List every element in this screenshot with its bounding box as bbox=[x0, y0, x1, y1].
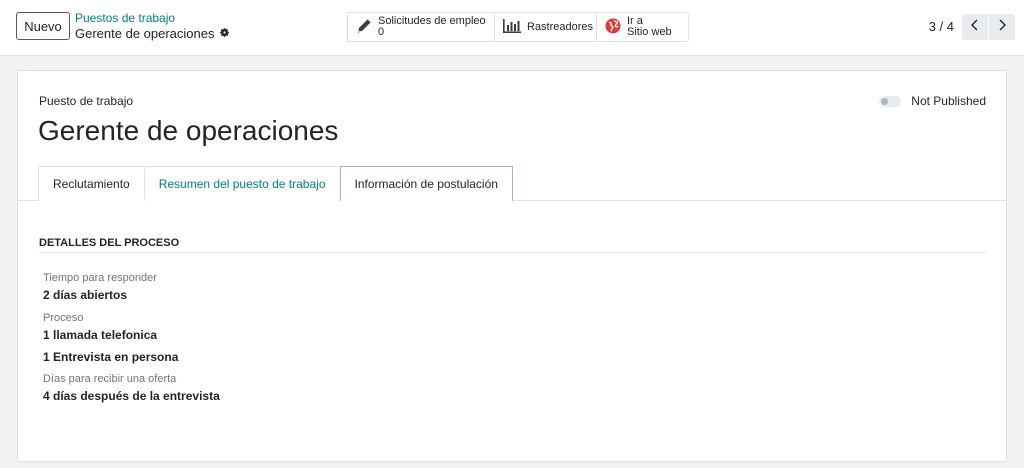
pager-next-button[interactable] bbox=[989, 14, 1015, 40]
applications-stat-button[interactable]: Solicitudes de empleo 0 bbox=[347, 12, 495, 42]
applications-count: 0 bbox=[378, 26, 385, 38]
trackers-label: Rastreadores bbox=[527, 20, 594, 33]
time-to-respond-value[interactable]: 2 días abiertos bbox=[43, 288, 127, 302]
bar-chart-icon bbox=[503, 18, 521, 36]
tab-application-info[interactable]: Información de postulación bbox=[339, 166, 513, 202]
website-line2: Sitio web bbox=[627, 26, 672, 38]
globe-icon bbox=[605, 18, 621, 37]
breadcrumb: Puestos de trabajo Gerente de operacione… bbox=[75, 11, 230, 41]
breadcrumb-current-label: Gerente de operaciones bbox=[75, 26, 215, 41]
pager-previous-button[interactable] bbox=[962, 14, 988, 40]
job-position-label: Puesto de trabajo bbox=[39, 94, 134, 108]
pencil-icon bbox=[356, 18, 372, 37]
tab-recruitment[interactable]: Reclutamiento bbox=[38, 166, 145, 201]
chevron-left-icon bbox=[970, 18, 980, 36]
pager-value[interactable]: 3 / 4 bbox=[929, 19, 954, 34]
publish-status-label: Not Published bbox=[911, 94, 986, 108]
tab-bar: Reclutamiento Resumen del puesto de trab… bbox=[38, 166, 513, 202]
go-to-website-button[interactable]: Ir a Sitio web bbox=[596, 12, 689, 42]
process-step-2[interactable]: 1 Entrevista en persona bbox=[43, 350, 178, 364]
chevron-right-icon bbox=[997, 18, 1007, 36]
control-panel: Nuevo Puestos de trabajo Gerente de oper… bbox=[0, 0, 1024, 56]
trackers-stat-button[interactable]: Rastreadores bbox=[494, 12, 597, 42]
applications-label: Solicitudes de empleo bbox=[378, 15, 486, 27]
time-to-respond-label: Tiempo para responder bbox=[43, 272, 157, 284]
breadcrumb-current: Gerente de operaciones bbox=[75, 26, 230, 41]
section-divider bbox=[39, 252, 986, 253]
days-to-offer-value[interactable]: 4 días después de la entrevista bbox=[43, 389, 220, 403]
applications-stat-text: Solicitudes de empleo 0 bbox=[378, 16, 486, 38]
publish-toggle[interactable]: Not Published bbox=[879, 94, 986, 108]
new-button[interactable]: Nuevo bbox=[16, 12, 70, 40]
publish-switch[interactable] bbox=[879, 95, 902, 107]
breadcrumb-parent-link[interactable]: Puestos de trabajo bbox=[75, 11, 230, 26]
form-sheet: Puesto de trabajo Gerente de operaciones… bbox=[17, 70, 1007, 462]
section-title: DETALLES DEL PROCESO bbox=[39, 237, 180, 249]
gear-icon[interactable] bbox=[219, 26, 230, 41]
days-to-offer-label: Días para recibir una oferta bbox=[43, 373, 177, 385]
job-title[interactable]: Gerente de operaciones bbox=[38, 115, 338, 147]
process-step-1[interactable]: 1 llamada telefonica bbox=[43, 328, 157, 342]
process-label: Proceso bbox=[43, 312, 84, 324]
tab-job-summary[interactable]: Resumen del puesto de trabajo bbox=[143, 166, 341, 201]
website-stat-text: Ir a Sitio web bbox=[627, 16, 672, 38]
